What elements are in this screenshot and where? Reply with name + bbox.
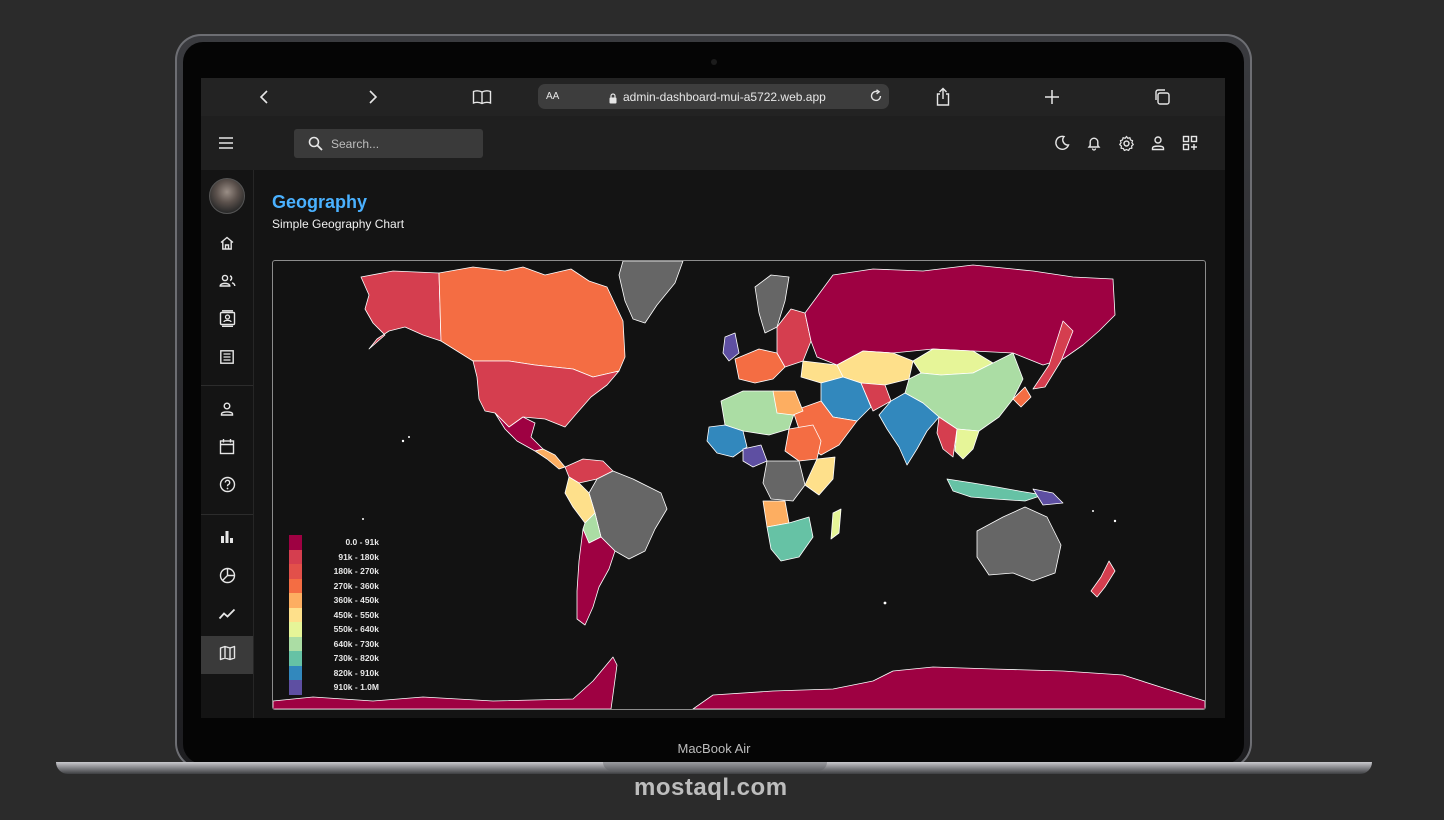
country-peru[interactable] bbox=[564, 476, 596, 524]
home-icon bbox=[219, 235, 235, 256]
sidebar-item-faq[interactable] bbox=[201, 468, 253, 506]
country-sudan[interactable] bbox=[784, 424, 822, 462]
apps-icon[interactable] bbox=[1181, 134, 1199, 152]
dark-mode-icon[interactable] bbox=[1053, 134, 1071, 152]
country-canada[interactable] bbox=[438, 266, 626, 378]
legend-item: 450k - 550k bbox=[289, 607, 379, 622]
country-antarctica[interactable] bbox=[273, 656, 1205, 709]
sidebar-item-invoices[interactable] bbox=[201, 340, 253, 378]
bookmarks-icon[interactable] bbox=[472, 87, 492, 107]
country-nigeria[interactable] bbox=[742, 444, 768, 468]
sidebar-divider bbox=[201, 385, 253, 386]
line-chart-icon bbox=[218, 607, 236, 626]
invoices-icon bbox=[219, 349, 235, 370]
legend-item: 640k - 730k bbox=[289, 636, 379, 651]
page-title: Geography bbox=[272, 192, 368, 212]
legend-item: 180k - 270k bbox=[289, 564, 379, 579]
legend-item: 0.0 - 91k bbox=[289, 535, 379, 550]
pie-chart-icon bbox=[219, 567, 236, 589]
country-australia[interactable] bbox=[976, 506, 1062, 582]
calendar-icon bbox=[219, 438, 235, 460]
country-angola[interactable] bbox=[762, 500, 790, 528]
map-icon bbox=[219, 645, 236, 666]
bar-chart-icon bbox=[219, 529, 235, 550]
reload-icon[interactable] bbox=[869, 89, 883, 108]
text-size-button[interactable]: AA bbox=[546, 91, 559, 102]
share-icon[interactable] bbox=[933, 87, 953, 107]
sidebar-item-calendar[interactable] bbox=[201, 430, 253, 468]
sidebar-item-line-chart[interactable] bbox=[201, 597, 253, 635]
sidebar-item-contacts[interactable] bbox=[201, 302, 253, 340]
country-indonesia[interactable] bbox=[946, 478, 1044, 502]
sidebar-item-profile[interactable] bbox=[201, 392, 253, 430]
sidebar-divider bbox=[201, 514, 253, 515]
legend-item: 820k - 910k bbox=[289, 665, 379, 680]
settings-icon[interactable] bbox=[1117, 134, 1135, 152]
lock-icon bbox=[608, 91, 618, 109]
screen: AA admin-dashboard-mui-a5722.web.app Sea… bbox=[201, 78, 1225, 718]
legend-item: 270k - 360k bbox=[289, 578, 379, 593]
notifications-icon[interactable] bbox=[1085, 134, 1103, 152]
url-text: admin-dashboard-mui-a5722.web.app bbox=[623, 90, 826, 104]
forward-icon[interactable] bbox=[363, 87, 383, 107]
menu-icon[interactable] bbox=[217, 134, 235, 152]
world-map bbox=[273, 261, 1205, 709]
legend-item: 730k - 820k bbox=[289, 651, 379, 666]
help-icon bbox=[219, 476, 236, 498]
search-box[interactable] bbox=[294, 129, 483, 158]
main-content: Geography Simple Geography Chart 0.0 - 9… bbox=[254, 170, 1225, 718]
geography-chart[interactable]: 0.0 - 91k 91k - 180k 180k - 270k 270k - … bbox=[272, 260, 1206, 710]
country-greenland[interactable] bbox=[618, 261, 684, 324]
search-input[interactable] bbox=[331, 135, 471, 152]
country-new-zealand[interactable] bbox=[1090, 560, 1116, 598]
sidebar-item-pie-chart[interactable] bbox=[201, 559, 253, 597]
watermark: mostaql.com bbox=[634, 774, 788, 801]
browser-toolbar: AA admin-dashboard-mui-a5722.web.app bbox=[201, 78, 1225, 116]
country-thailand[interactable] bbox=[954, 428, 980, 460]
country-east-africa[interactable] bbox=[804, 456, 836, 496]
legend-item: 550k - 640k bbox=[289, 622, 379, 637]
sidebar-item-bar-chart[interactable] bbox=[201, 520, 253, 558]
country-alaska[interactable] bbox=[360, 270, 442, 350]
device-label: MacBook Air bbox=[677, 741, 751, 756]
country-madagascar[interactable] bbox=[830, 508, 842, 540]
country-central-africa[interactable] bbox=[762, 460, 806, 502]
country-egypt[interactable] bbox=[772, 390, 804, 416]
avatar[interactable] bbox=[209, 178, 245, 214]
camera bbox=[711, 59, 717, 65]
new-tab-icon[interactable] bbox=[1042, 87, 1062, 107]
legend-item: 910k - 1.0M bbox=[289, 680, 379, 695]
sidebar bbox=[201, 170, 254, 718]
search-icon bbox=[308, 136, 323, 156]
page-subtitle: Simple Geography Chart bbox=[272, 217, 405, 231]
tabs-overview-icon[interactable] bbox=[1152, 87, 1172, 107]
app-topbar bbox=[201, 116, 1225, 170]
sidebar-item-team[interactable] bbox=[201, 264, 253, 302]
legend-item: 360k - 450k bbox=[289, 593, 379, 608]
country-central-america[interactable] bbox=[534, 448, 566, 470]
contacts-icon bbox=[219, 310, 236, 332]
laptop-notch bbox=[603, 762, 827, 771]
team-icon bbox=[218, 273, 236, 294]
sidebar-item-dashboard[interactable] bbox=[201, 226, 253, 264]
address-bar[interactable]: AA admin-dashboard-mui-a5722.web.app bbox=[538, 84, 889, 109]
legend-item: 91k - 180k bbox=[289, 549, 379, 564]
back-icon[interactable] bbox=[254, 87, 274, 107]
user-icon[interactable] bbox=[1149, 134, 1167, 152]
country-uk[interactable] bbox=[722, 332, 740, 362]
profile-icon bbox=[219, 401, 235, 422]
sidebar-item-geography[interactable] bbox=[201, 636, 253, 674]
